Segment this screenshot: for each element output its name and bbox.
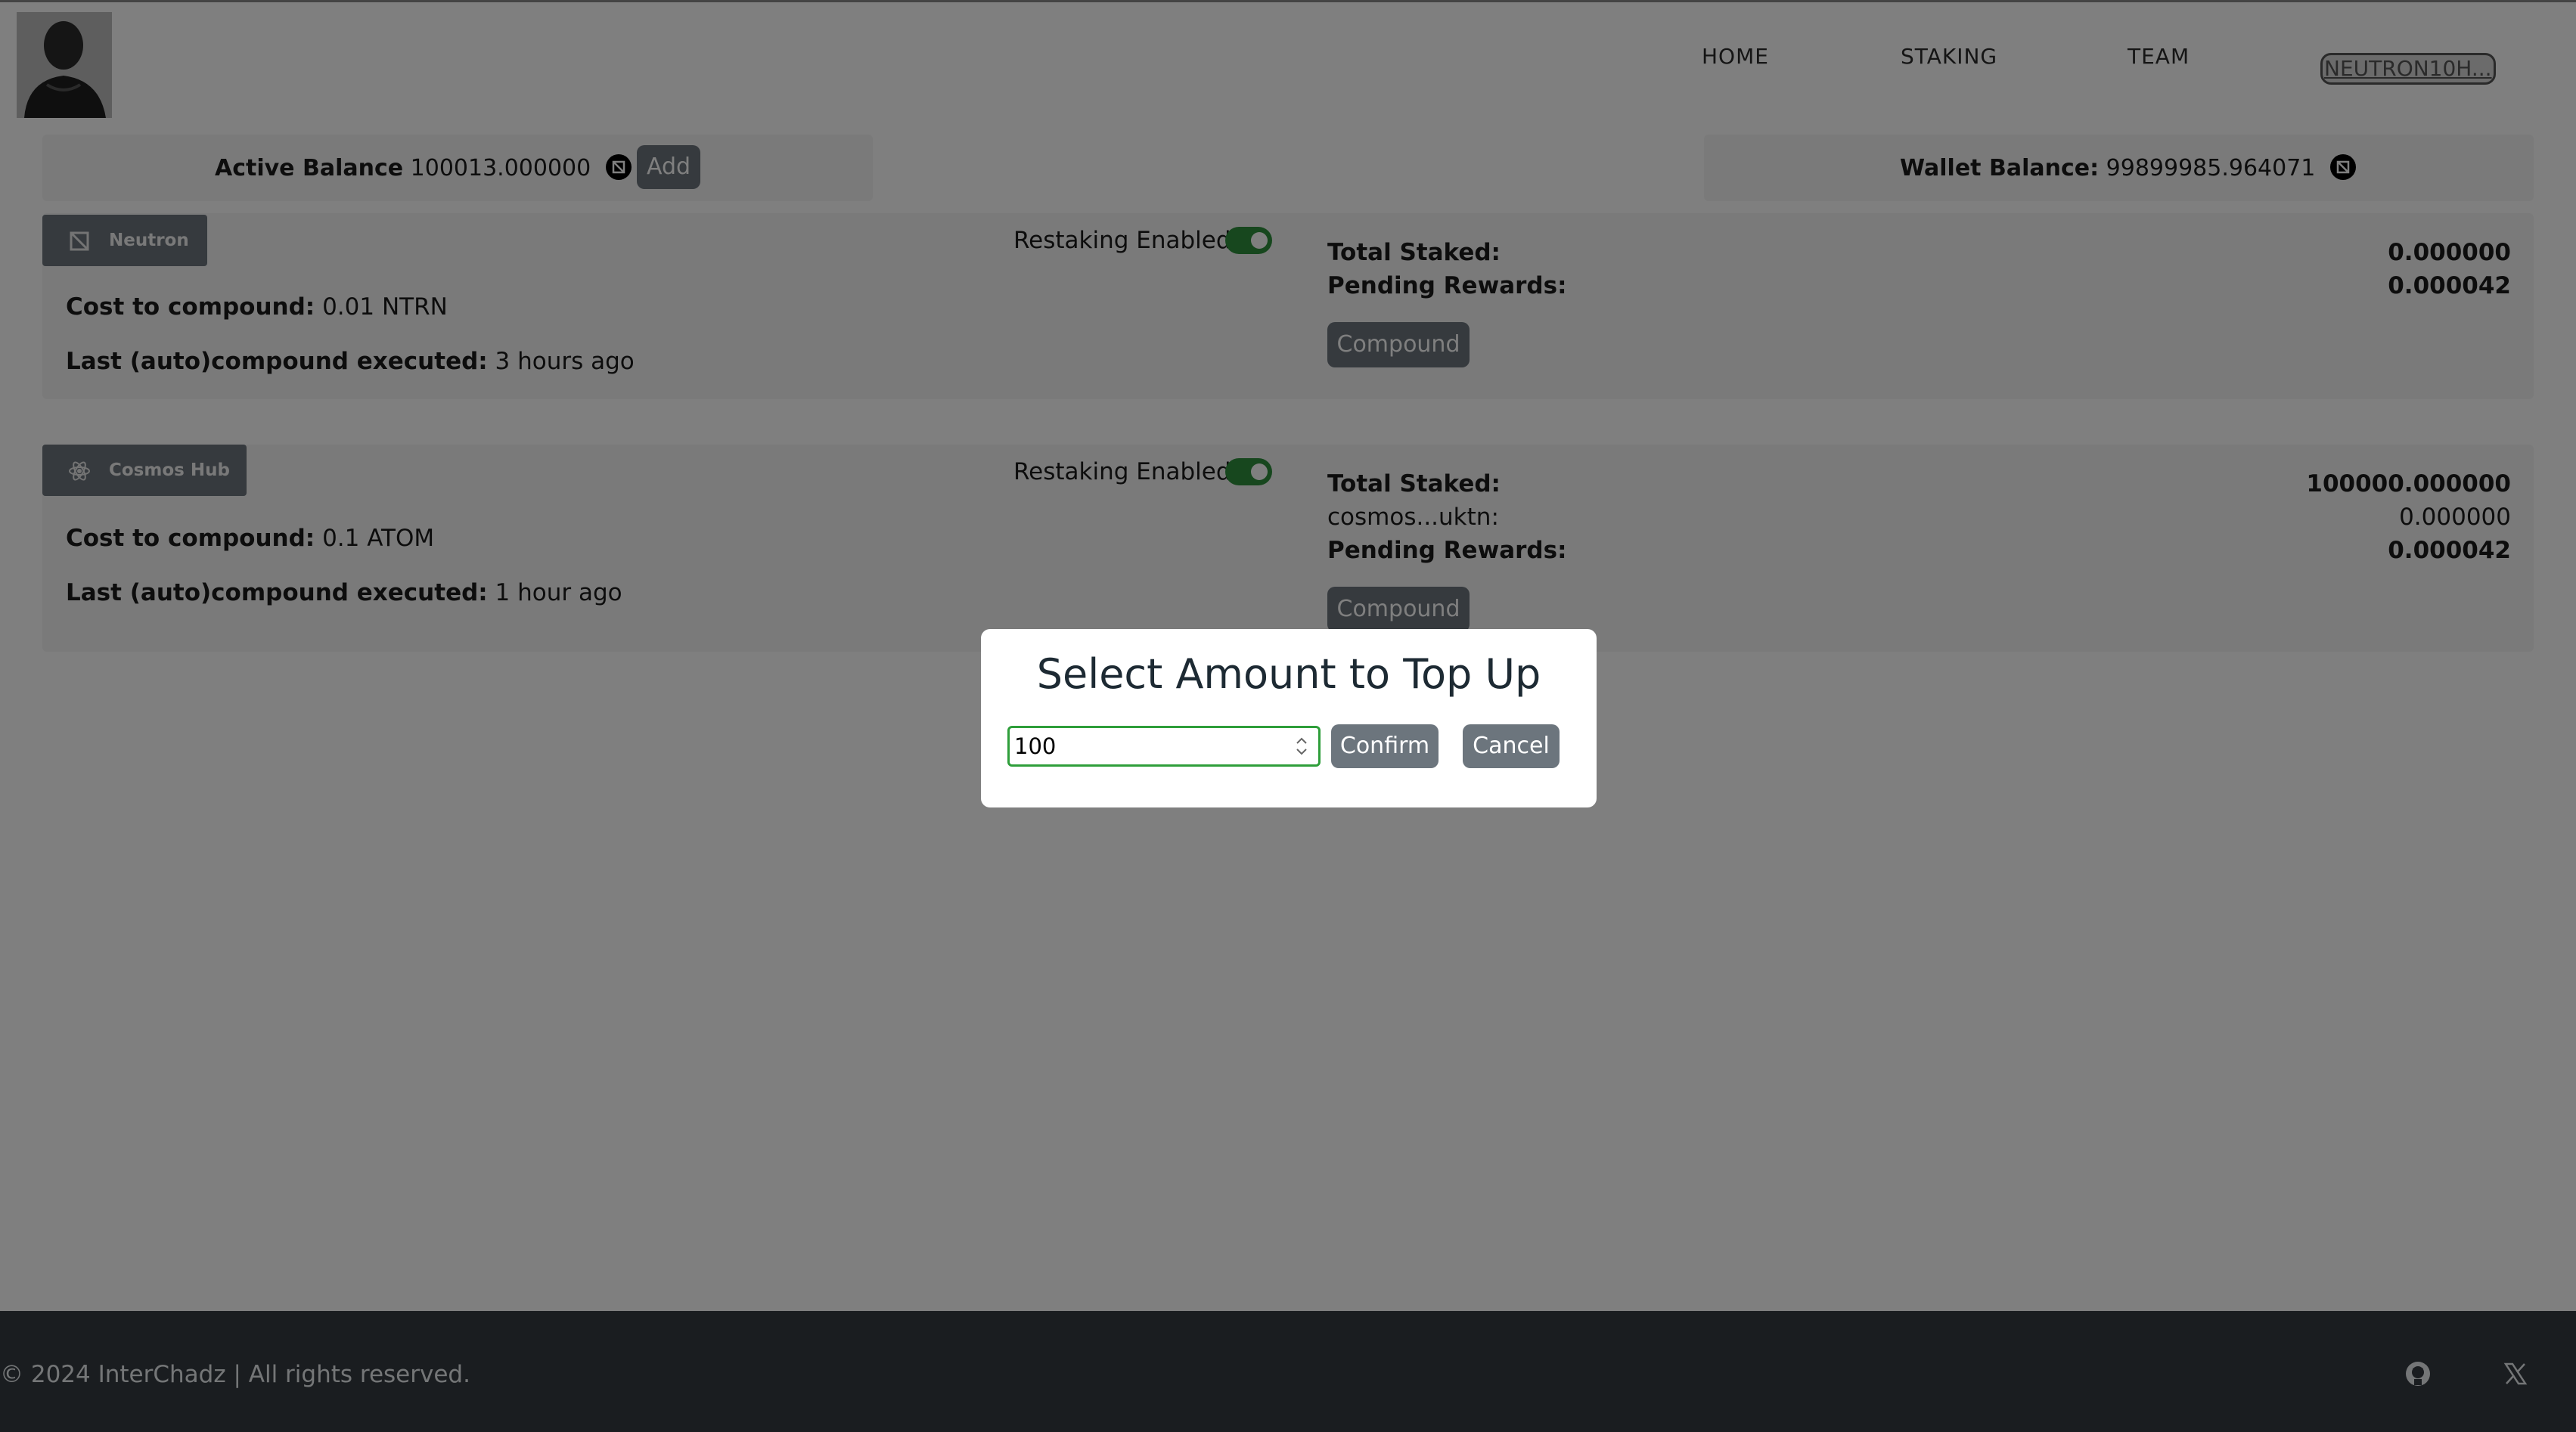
top-up-modal: Select Amount to Top Up Confirm Cancel [981, 629, 1597, 807]
amount-input[interactable] [1007, 726, 1321, 767]
cancel-button[interactable]: Cancel [1463, 724, 1560, 768]
confirm-button[interactable]: Confirm [1331, 724, 1439, 768]
modal-title: Select Amount to Top Up [1036, 650, 1541, 698]
number-spinner-icon[interactable] [1293, 733, 1311, 759]
app-page: HOME STAKING TEAM NEUTRON10H... Active B… [0, 0, 2576, 1432]
